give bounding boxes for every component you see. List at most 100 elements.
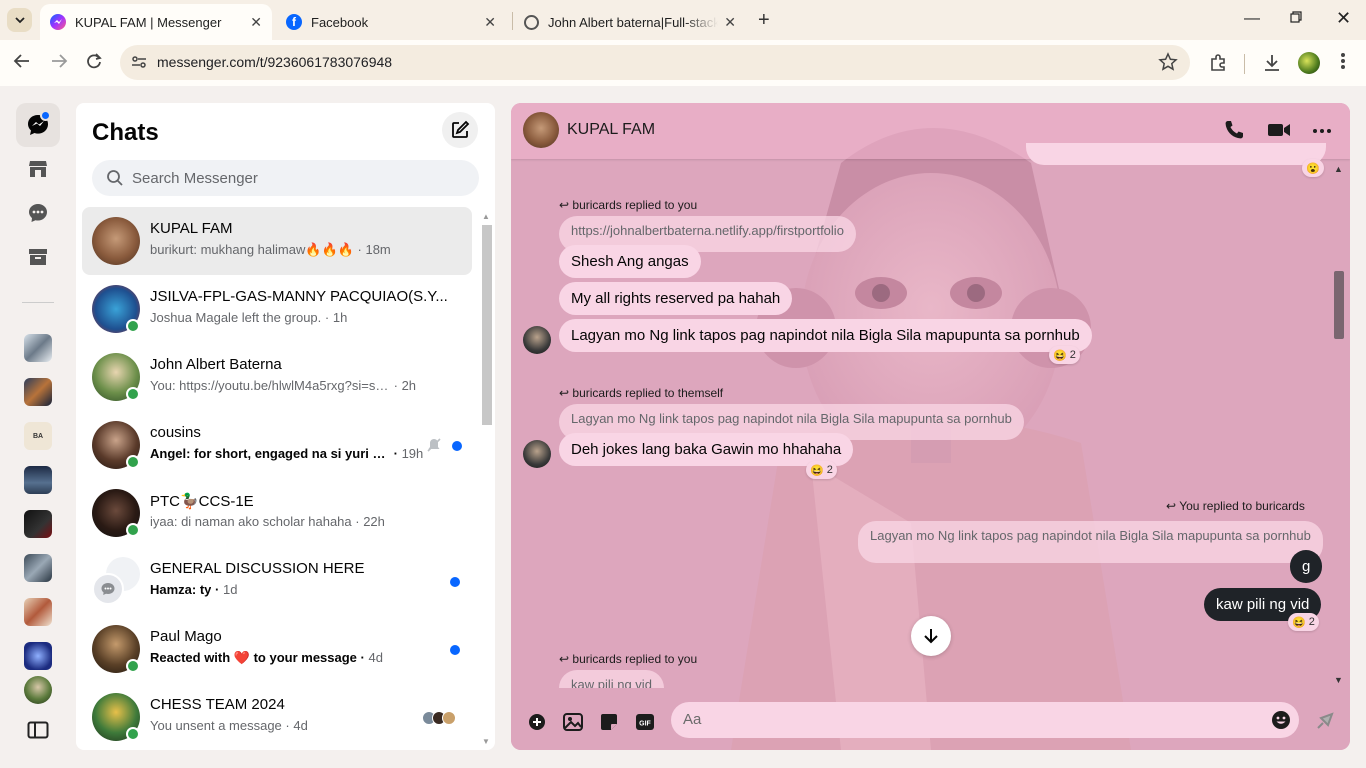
scroll-up-arrow[interactable]: ▲ — [482, 212, 490, 221]
chat-row-jsilva[interactable]: JSILVA-FPL-GAS-MANNY PACQUIAO(S.Y... Jos… — [82, 275, 472, 343]
scroll-to-bottom-button[interactable] — [911, 616, 951, 656]
rail-archive-button[interactable] — [16, 235, 60, 279]
close-tab-icon[interactable]: ✕ — [724, 14, 736, 31]
chat-preview: iyaa: di naman ako scholar hahaha · 22h — [150, 514, 385, 529]
rail-chats-button[interactable] — [16, 103, 60, 147]
online-indicator — [126, 659, 140, 673]
chat-row-general-discussion[interactable]: GENERAL DISCUSSION HERE Hamza: ty · 1d — [82, 547, 472, 615]
rail-message-requests-button[interactable] — [16, 191, 60, 235]
browser-menu-icon[interactable] — [1340, 51, 1346, 71]
new-tab-button[interactable]: + — [758, 9, 770, 32]
chat-row-john-albert[interactable]: John Albert Baterna You: https://youtu.b… — [82, 343, 472, 411]
online-indicator — [126, 387, 140, 401]
reaction-badge[interactable]: 😆 2 — [1288, 613, 1319, 631]
sender-avatar[interactable] — [523, 440, 551, 468]
forward-button[interactable] — [50, 52, 68, 75]
restore-button[interactable] — [1290, 10, 1302, 28]
message-placeholder: Aa — [683, 711, 702, 728]
rail-community-thumb[interactable] — [24, 466, 52, 494]
scroll-down-arrow[interactable]: ▼ — [482, 737, 490, 746]
rail-community-thumb[interactable] — [24, 598, 52, 626]
message-input[interactable]: Aa — [671, 702, 1299, 738]
tab-divider — [512, 12, 513, 30]
reply-label: ↩ You replied to buricards — [1166, 499, 1305, 513]
rail-community-thumb[interactable] — [24, 642, 52, 670]
quick-reaction-icon[interactable] — [1314, 710, 1336, 737]
message-clip: kaw pili ng vid — [551, 670, 751, 688]
profile-avatar[interactable] — [1298, 52, 1320, 74]
message-bubble[interactable]: My all rights reserved pa hahah — [559, 282, 793, 315]
messages-scrollbar[interactable] — [1334, 271, 1344, 339]
tab-search-button[interactable] — [7, 8, 32, 32]
minimize-button[interactable]: — — [1244, 10, 1260, 28]
message-composer: GIF Aa — [511, 688, 1350, 750]
new-message-button[interactable] — [442, 112, 478, 148]
quoted-message[interactable]: kaw pili ng vid — [559, 670, 664, 688]
back-button[interactable] — [13, 52, 31, 75]
tab-messenger[interactable]: KUPAL FAM | Messenger ✕ — [40, 4, 272, 40]
chat-row-cousins[interactable]: cousins Angel: for short, engaged na si … — [82, 411, 472, 479]
address-bar[interactable]: messenger.com/t/9236061783076948 — [120, 45, 1190, 80]
site-settings-icon[interactable] — [130, 53, 148, 76]
close-tab-icon[interactable]: ✕ — [484, 14, 496, 31]
sender-avatar[interactable] — [523, 326, 551, 354]
rail-community-thumb[interactable] — [24, 510, 52, 538]
group-avatar[interactable] — [523, 112, 559, 148]
tab-portfolio[interactable]: John Albert baterna|Full-stack developer… — [514, 4, 746, 40]
reply-label: ↩ buricards replied to themself — [559, 386, 724, 400]
emoji-icon[interactable] — [1271, 710, 1291, 735]
rail-community-thumb[interactable] — [24, 334, 52, 362]
download-icon[interactable] — [1262, 53, 1282, 78]
messenger-icon — [50, 14, 66, 30]
reaction-badge[interactable]: 😮 — [1302, 159, 1324, 177]
chat-row-chess-team[interactable]: CHESS TEAM 2024 You unsent a message · 4… — [82, 683, 472, 750]
close-window-button[interactable]: ✕ — [1336, 8, 1351, 29]
message-bubble[interactable]: Shesh Ang angas — [559, 245, 701, 278]
chat-name: John Albert Baterna — [150, 356, 282, 373]
chat-list-scrollbar[interactable] — [482, 225, 492, 425]
quoted-message[interactable]: Lagyan mo Ng link tapos pag napindot nil… — [858, 521, 1323, 563]
reload-button[interactable] — [85, 52, 103, 75]
globe-icon — [524, 14, 539, 30]
online-indicator — [126, 523, 140, 537]
tab-facebook[interactable]: f Facebook ✕ — [276, 4, 506, 40]
chat-name: GENERAL DISCUSSION HERE — [150, 560, 365, 577]
chat-row-paul-mago[interactable]: Paul Mago Reacted with ❤️ to your messag… — [82, 615, 472, 683]
rail-marketplace-button[interactable] — [16, 147, 60, 191]
avatar — [92, 217, 140, 265]
close-tab-icon[interactable]: ✕ — [250, 14, 262, 31]
reply-arrow-icon: ↩ — [1166, 499, 1177, 513]
chats-title: Chats — [92, 119, 159, 146]
reaction-badge[interactable]: 😆 2 — [806, 461, 837, 479]
conversation-title[interactable]: KUPAL FAM — [567, 121, 655, 139]
online-indicator — [126, 319, 140, 333]
scroll-up-arrow[interactable]: ▲ — [1334, 164, 1343, 174]
add-actions-icon[interactable] — [528, 713, 546, 736]
outgoing-message-bubble[interactable]: g — [1290, 550, 1323, 583]
online-indicator — [126, 455, 140, 469]
rail-community-thumb[interactable] — [24, 378, 52, 406]
attach-image-icon[interactable] — [563, 713, 583, 736]
bookmark-star-icon[interactable] — [1158, 52, 1178, 77]
tab-title: John Albert baterna|Full-stack developer — [548, 14, 719, 30]
url-text: messenger.com/t/9236061783076948 — [157, 54, 393, 70]
chat-name: cousins — [150, 424, 201, 441]
rail-collapse-button[interactable] — [16, 711, 60, 749]
rail-community-thumb[interactable] — [24, 554, 52, 582]
rail-profile-avatar[interactable] — [24, 676, 52, 704]
message-bubble[interactable]: Lagyan mo Ng link tapos pag napindot nil… — [559, 319, 1092, 352]
extensions-icon[interactable] — [1208, 53, 1228, 78]
chat-row-ptc[interactable]: PTC🦆CCS-1E iyaa: di naman ako scholar ha… — [82, 479, 472, 547]
video-call-icon[interactable] — [1267, 119, 1291, 146]
message-bubble[interactable]: Deh jokes lang baka Gawin mo hhahaha — [559, 433, 854, 466]
audio-call-icon[interactable] — [1223, 119, 1245, 146]
seen-by-avatars — [422, 711, 456, 725]
chat-row-kupal-fam[interactable]: KUPAL FAM burikurt: mukhang halimaw🔥🔥🔥 ·… — [82, 207, 472, 275]
sticker-icon[interactable] — [600, 713, 618, 736]
search-input[interactable]: Search Messenger — [92, 160, 479, 196]
gif-icon[interactable]: GIF — [635, 713, 655, 736]
reaction-badge[interactable]: 😆 2 — [1049, 346, 1080, 364]
unread-dot — [450, 577, 460, 587]
rail-community-thumb[interactable]: BA — [24, 422, 52, 450]
scroll-down-arrow[interactable]: ▼ — [1334, 675, 1343, 685]
